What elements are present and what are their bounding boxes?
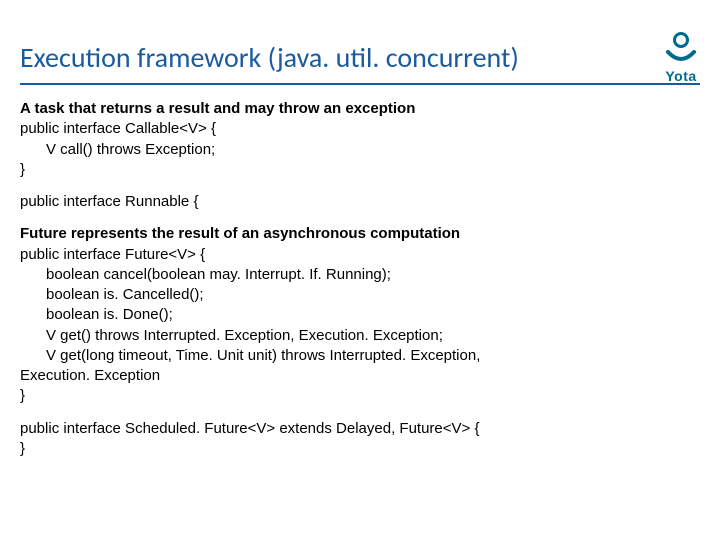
code-line: public interface Future<V> { xyxy=(20,245,700,265)
code-line: } xyxy=(20,160,700,180)
brand-logo: Yota xyxy=(664,32,698,84)
future-heading: Future represents the result of an async… xyxy=(20,224,700,244)
code-line: boolean is. Done(); xyxy=(20,305,700,325)
code-line: } xyxy=(20,386,700,406)
slide-body: A task that returns a result and may thr… xyxy=(0,99,720,459)
title-divider xyxy=(20,83,700,85)
yota-logo-icon xyxy=(664,32,698,66)
slide-title: Execution framework (java. util. concurr… xyxy=(0,0,720,83)
scheduled-section: public interface Scheduled. Future<V> ex… xyxy=(20,419,700,460)
code-line: boolean cancel(boolean may. Interrupt. I… xyxy=(20,265,700,285)
future-section: Future represents the result of an async… xyxy=(20,224,700,406)
code-line: V call() throws Exception; xyxy=(20,140,700,160)
code-line: public interface Callable<V> { xyxy=(20,119,700,139)
code-line: boolean is. Cancelled(); xyxy=(20,285,700,305)
code-line: public interface Runnable { xyxy=(20,192,700,212)
code-line: } xyxy=(20,439,700,459)
code-line: public interface Scheduled. Future<V> ex… xyxy=(20,419,700,439)
code-line: Execution. Exception xyxy=(20,366,700,386)
code-line: V get() throws Interrupted. Exception, E… xyxy=(20,326,700,346)
runnable-section: public interface Runnable { xyxy=(20,192,700,212)
callable-section: A task that returns a result and may thr… xyxy=(20,99,700,180)
brand-logo-text: Yota xyxy=(664,68,698,84)
callable-heading: A task that returns a result and may thr… xyxy=(20,99,700,119)
code-line: V get(long timeout, Time. Unit unit) thr… xyxy=(20,346,700,366)
